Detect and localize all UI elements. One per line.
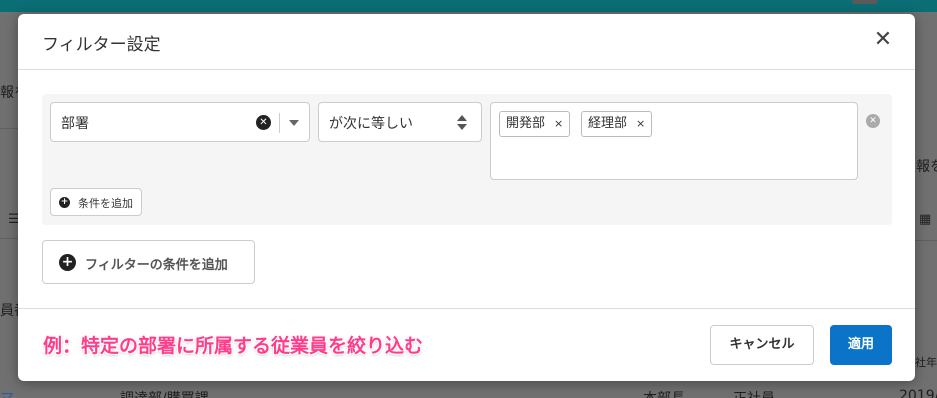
field-select[interactable]: 部署 ✕ — [50, 102, 310, 142]
sort-updown-icon — [457, 115, 467, 131]
value-tag: 経理部 × — [581, 111, 653, 137]
bg-cell-position: 本部長 — [643, 388, 685, 398]
value-tag-label: 経理部 — [588, 116, 628, 131]
tag-remove-icon[interactable]: × — [636, 117, 645, 130]
add-filter-condition-button[interactable]: + フィルターの条件を追加 — [42, 240, 255, 284]
values-multiselect[interactable]: 開発部 × 経理部 × — [490, 102, 858, 180]
operator-select[interactable]: が次に等しい — [318, 102, 482, 142]
calendar-icon: ▦ — [919, 212, 932, 227]
modal-footer: 例：特定の部署に所属する従業員を絞り込む キャンセル 適用 — [18, 308, 915, 381]
filter-settings-modal: フィルター設定 ✕ 部署 ✕ が次に等しい 開発部 × 経理部 × ✕ + 条件を追… — [18, 14, 915, 381]
chevron-down-icon[interactable] — [289, 120, 299, 126]
bg-divider — [0, 238, 18, 239]
bg-text-right-1: 報を — [916, 159, 937, 175]
apply-button[interactable]: 適用 — [830, 325, 892, 365]
plus-circle-icon: + — [59, 254, 76, 271]
app-topbar — [0, 0, 937, 12]
select-divider — [279, 113, 280, 133]
bg-divider — [915, 240, 937, 241]
plus-circle-icon: + — [59, 197, 70, 208]
close-icon[interactable]: ✕ — [873, 28, 893, 52]
bg-divider — [0, 128, 18, 129]
clear-icon[interactable]: ✕ — [256, 115, 271, 130]
remove-condition-icon[interactable]: ✕ — [866, 114, 880, 128]
bg-cell-department: 調達部/購買課 — [120, 388, 209, 398]
value-tag-label: 開発部 — [506, 116, 546, 131]
field-select-value: 部署 — [61, 116, 89, 132]
add-condition-button[interactable]: + 条件を追加 — [50, 188, 142, 216]
bg-cell-date: 2019/ — [899, 388, 937, 398]
operator-select-value: が次に等しい — [329, 116, 413, 132]
modal-header: フィルター設定 ✕ — [18, 14, 915, 70]
bg-text-right-2: 社年月 — [915, 356, 937, 369]
tag-remove-icon[interactable]: × — [554, 117, 563, 130]
value-tag: 開発部 × — [499, 111, 571, 137]
modal-title: フィルター設定 — [42, 35, 161, 55]
cancel-button[interactable]: キャンセル — [710, 325, 814, 365]
filter-condition-group: 部署 ✕ が次に等しい 開発部 × 経理部 × ✕ + 条件を追加 — [42, 94, 892, 225]
add-condition-label: 条件を追加 — [78, 197, 133, 210]
add-filter-condition-label: フィルターの条件を追加 — [85, 258, 228, 273]
annotation-caption: 例：特定の部署に所属する従業員を絞り込む — [43, 335, 424, 357]
topbar-chip — [852, 0, 878, 4]
bg-cell-employment: 正社員 — [733, 388, 775, 398]
bg-text-bottom-left: マ — [0, 388, 14, 398]
